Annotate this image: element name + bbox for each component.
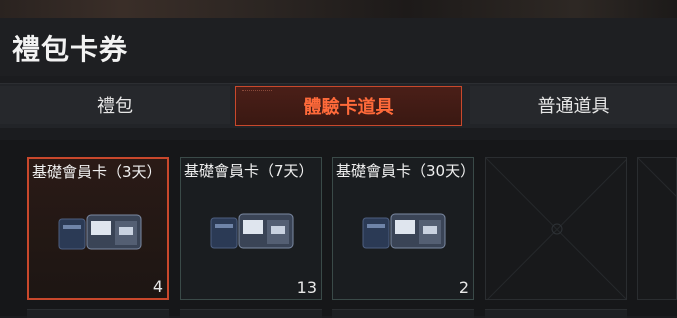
empty-slot-cross-icon xyxy=(638,158,676,197)
tab-gift[interactable]: 禮包 xyxy=(0,86,230,124)
tab-normal-items[interactable]: 普通道具 xyxy=(470,86,677,124)
tab-gift-label: 禮包 xyxy=(97,96,133,117)
tab-trial-items-label: 體驗卡道具 xyxy=(303,97,394,118)
item-slot-basic-member-3d[interactable]: 基礎會員卡（3天） 4 xyxy=(27,157,169,300)
item-count: 4 xyxy=(152,277,163,296)
item-name: 基礎會員卡（7天） xyxy=(184,162,314,180)
tab-decoration xyxy=(242,90,272,95)
membership-card-pack-icon xyxy=(58,214,142,250)
empty-slot-cross-icon xyxy=(486,158,626,299)
empty-slot xyxy=(637,157,677,300)
item-slot-basic-member-30d[interactable]: 基礎會員卡（30天） 2 xyxy=(332,157,474,300)
next-row-slots xyxy=(0,306,677,318)
slot-edge xyxy=(27,309,169,318)
item-slot-basic-member-7d[interactable]: 基礎會員卡（7天） 13 xyxy=(180,157,322,300)
empty-slot xyxy=(485,157,627,300)
tab-normal-items-label: 普通道具 xyxy=(537,96,610,117)
item-name: 基礎會員卡（3天） xyxy=(32,163,162,181)
item-count: 2 xyxy=(458,278,469,297)
membership-card-pack-icon xyxy=(362,213,446,249)
item-name: 基礎會員卡（30天） xyxy=(336,162,474,180)
membership-card-pack-icon xyxy=(210,213,294,249)
background-banner xyxy=(0,0,677,18)
header: 禮包卡券 xyxy=(0,18,677,76)
slot-edge xyxy=(485,309,627,318)
slot-edge xyxy=(180,309,322,318)
tab-trial-items[interactable]: 體驗卡道具 xyxy=(235,86,462,126)
tab-bar: 禮包 體驗卡道具 普通道具 xyxy=(0,83,677,128)
slot-edge xyxy=(332,309,474,318)
page-title: 禮包卡券 xyxy=(12,33,129,66)
item-grid: 基礎會員卡（3天） 4 基礎會員卡（7天） 13 基礎會員卡（30天） 2 xyxy=(0,140,677,316)
item-count: 13 xyxy=(296,278,317,297)
